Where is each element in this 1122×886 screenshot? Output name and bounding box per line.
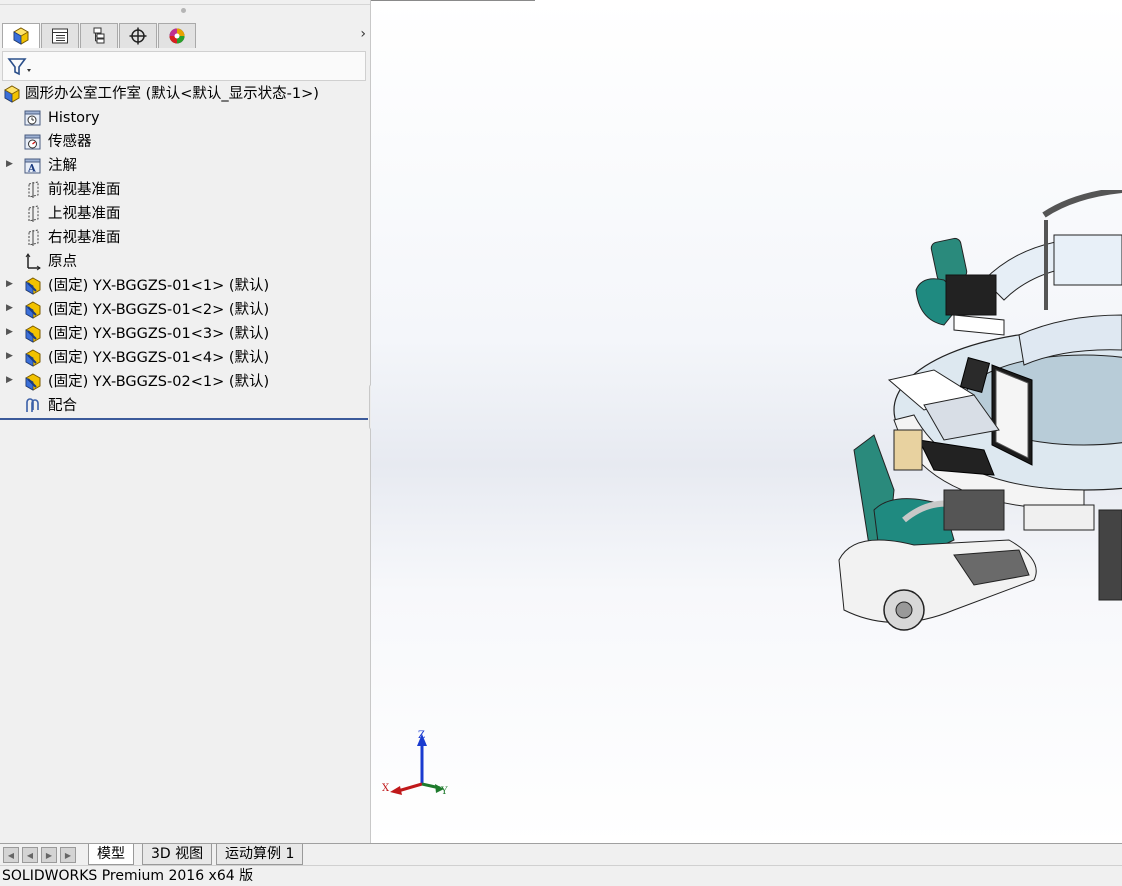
tree-item-right-plane[interactable]: 右视基准面: [0, 227, 368, 249]
expand-arrow-icon[interactable]: ▶: [6, 375, 13, 385]
subassembly-icon: [25, 349, 41, 367]
bottom-tab-bar: ◀ ◀ ▶ ▶ 模型 3D 视图 运动算例 1: [0, 843, 1122, 866]
tree-item-origin[interactable]: 原点: [0, 251, 368, 273]
tree-item-history[interactable]: History: [0, 107, 368, 129]
x-axis-arrow: [397, 782, 423, 793]
sensor-icon: [24, 134, 41, 150]
tree-item-annotations[interactable]: ▶ A 注解: [0, 155, 368, 177]
previous-tab-button[interactable]: ◀: [22, 847, 38, 863]
tree-item-sensors[interactable]: 传感器: [0, 131, 368, 153]
tree-end-divider: [0, 418, 368, 420]
desk-pedestal: [1023, 504, 1122, 601]
expand-arrow-icon[interactable]: ▶: [6, 159, 13, 169]
viewport-top-edge: [371, 0, 535, 1]
tree-filter-bar[interactable]: [2, 51, 366, 81]
status-bar-text: SOLIDWORKS Premium 2016 x64 版: [2, 868, 254, 884]
tree-item-subassembly[interactable]: ▶ (固定) YX-BGGZS-01<2> (默认): [0, 299, 368, 321]
mates-icon: [26, 398, 39, 412]
x-axis-head: [390, 786, 402, 795]
manager-tab-bar: ›: [0, 22, 370, 49]
dimxpert-icon: [129, 27, 147, 45]
tree-item-front-plane[interactable]: 前视基准面: [0, 179, 368, 201]
expand-arrow-icon[interactable]: ▶: [6, 327, 13, 337]
last-tab-button[interactable]: ▶: [60, 847, 76, 863]
tree-item-label: (固定) YX-BGGZS-02<1> (默认): [48, 374, 270, 390]
tree-item-label: 前视基准面: [48, 182, 121, 198]
display-manager-icon: [169, 28, 185, 44]
tab-property-manager[interactable]: [41, 23, 79, 48]
tree-item-label: 右视基准面: [48, 230, 121, 246]
expand-arrow-icon[interactable]: ▶: [6, 303, 13, 313]
orientation-triad: Z X Y: [382, 730, 448, 797]
tab-feature-tree[interactable]: [2, 23, 40, 48]
x-axis-label: X: [382, 783, 390, 794]
subassembly-icon: [25, 277, 41, 295]
tree-root-label: 圆形办公室工作室 (默认<默认_显示状态-1>): [25, 86, 319, 102]
subassembly-icon: [25, 373, 41, 391]
assembly-icon: [4, 85, 20, 103]
tree-item-label: (固定) YX-BGGZS-01<4> (默认): [48, 350, 270, 366]
back-office-chair: [915, 237, 1005, 336]
tab-3d-view[interactable]: 3D 视图: [142, 844, 213, 865]
plane-icon: [28, 181, 39, 198]
origin-icon: [25, 253, 41, 271]
expand-arrow-icon[interactable]: ▶: [6, 279, 13, 289]
annotation-icon: A: [24, 158, 41, 175]
tree-root-assembly[interactable]: 圆形办公室工作室 (默认<默认_显示状态-1>): [0, 83, 368, 105]
y-axis-label: Y: [440, 786, 448, 797]
tree-item-label: 传感器: [48, 134, 92, 150]
tree-item-label: (固定) YX-BGGZS-01<1> (默认): [48, 278, 270, 294]
tree-item-label: 上视基准面: [48, 206, 121, 222]
status-bar: SOLIDWORKS Premium 2016 x64 版: [0, 865, 1122, 886]
tab-model[interactable]: 模型: [88, 844, 134, 865]
tree-item-label: (固定) YX-BGGZS-01<3> (默认): [48, 326, 270, 342]
next-tab-button[interactable]: ▶: [41, 847, 57, 863]
tree-item-label: 配合: [48, 398, 77, 414]
tab-display-manager[interactable]: [158, 23, 196, 48]
tree-item-label: 注解: [48, 158, 77, 174]
configuration-manager-icon: [93, 27, 105, 44]
history-icon: [24, 110, 41, 126]
tree-item-mates[interactable]: 配合: [0, 395, 368, 417]
tree-item-subassembly[interactable]: ▶ (固定) YX-BGGZS-01<3> (默认): [0, 323, 368, 345]
feature-manager-panel: › 圆形办公室工作室 (默认<默认_显示状态-1>) History 传感器 ▶…: [0, 0, 371, 845]
tree-item-label: 原点: [48, 254, 77, 270]
tree-item-top-plane[interactable]: 上视基准面: [0, 203, 368, 225]
tab-configuration-manager[interactable]: [80, 23, 118, 48]
tree-item-label: (固定) YX-BGGZS-01<2> (默认): [48, 302, 270, 318]
tree-item-label: History: [48, 110, 100, 126]
plane-icon: [28, 205, 39, 222]
panel-grip-handle[interactable]: [181, 8, 186, 13]
subassembly-icon: [25, 301, 41, 319]
first-tab-button[interactable]: ◀: [3, 847, 19, 863]
office-workstation-model[interactable]: [834, 190, 1122, 640]
tab-motion-study[interactable]: 运动算例 1: [216, 844, 304, 865]
tree-item-subassembly[interactable]: ▶ (固定) YX-BGGZS-02<1> (默认): [0, 371, 368, 393]
svg-text:A: A: [27, 164, 36, 175]
feature-tree-icon: [13, 27, 29, 45]
subassembly-icon: [25, 325, 41, 343]
expand-arrow-icon[interactable]: ▶: [6, 351, 13, 361]
panel-top-strip: [0, 0, 370, 5]
tree-item-subassembly[interactable]: ▶ (固定) YX-BGGZS-01<4> (默认): [0, 347, 368, 369]
z-axis-label: Z: [418, 730, 425, 741]
tree-item-subassembly[interactable]: ▶ (固定) YX-BGGZS-01<1> (默认): [0, 275, 368, 297]
tab-dimxpert-manager[interactable]: [119, 23, 157, 48]
plane-icon: [28, 229, 39, 246]
filter-icon[interactable]: [6, 56, 32, 78]
tab-scroll-right-arrow[interactable]: ›: [360, 26, 366, 42]
property-manager-icon: [52, 28, 68, 44]
